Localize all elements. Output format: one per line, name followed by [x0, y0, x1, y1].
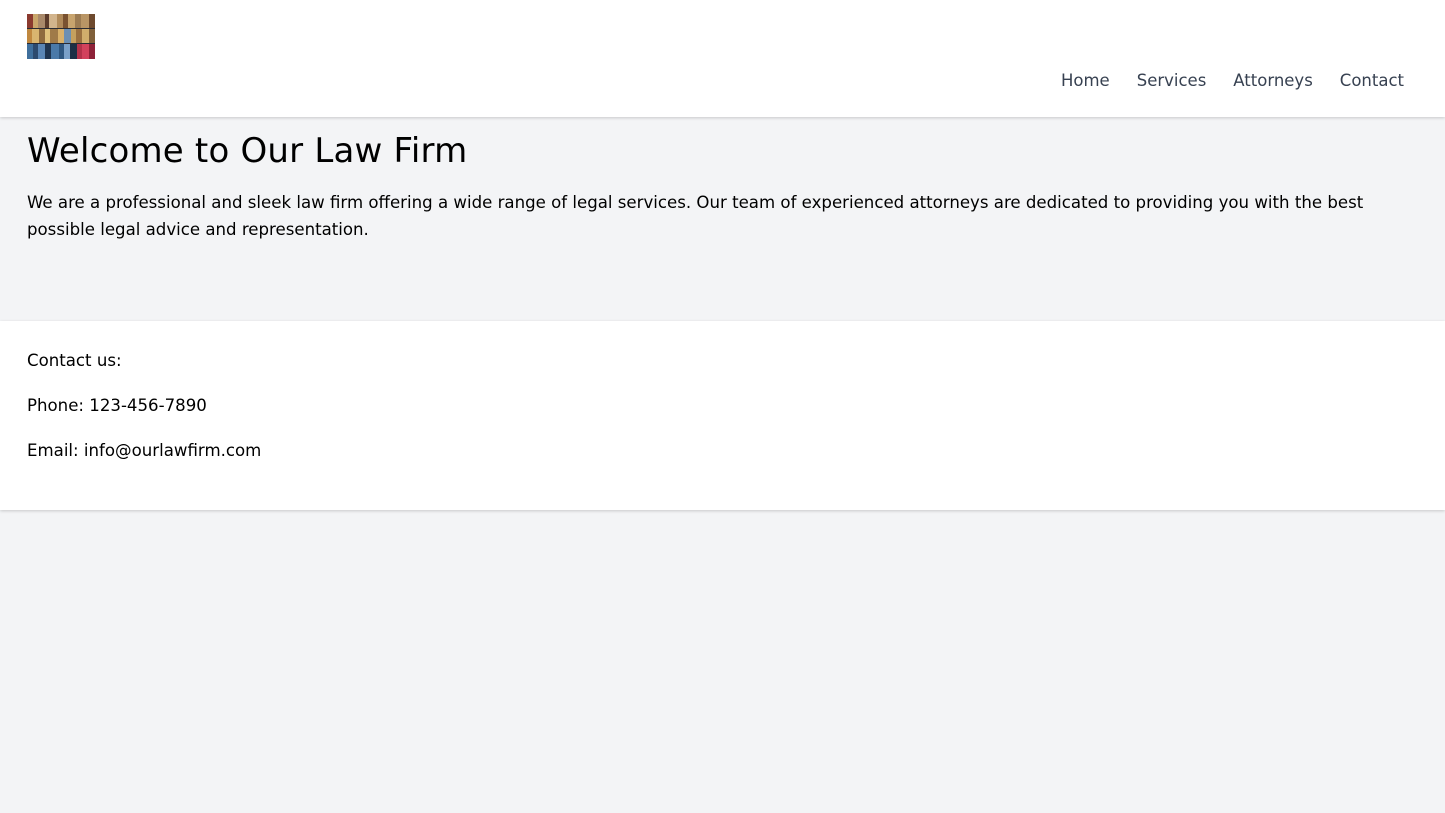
contact-phone: Phone: 123-456-7890	[27, 396, 207, 415]
logo-image[interactable]	[27, 14, 95, 59]
contact-heading: Contact us:	[27, 351, 122, 370]
main-nav: Home Services Attorneys Contact	[1034, 70, 1404, 92]
nav-link-contact[interactable]: Contact	[1340, 70, 1404, 92]
nav-link-home[interactable]: Home	[1061, 70, 1110, 92]
main-content: Welcome to Our Law Firm We are a profess…	[27, 128, 1417, 243]
site-header: Home Services Attorneys Contact	[0, 0, 1445, 117]
nav-link-attorneys[interactable]: Attorneys	[1233, 70, 1313, 92]
page-title: Welcome to Our Law Firm	[27, 131, 468, 171]
nav-link-services[interactable]: Services	[1137, 70, 1207, 92]
intro-paragraph: We are a professional and sleek law firm…	[27, 193, 1364, 239]
site-footer: Contact us: Phone: 123-456-7890 Email: i…	[0, 321, 1445, 510]
contact-email: Email: info@ourlawfirm.com	[27, 441, 262, 460]
